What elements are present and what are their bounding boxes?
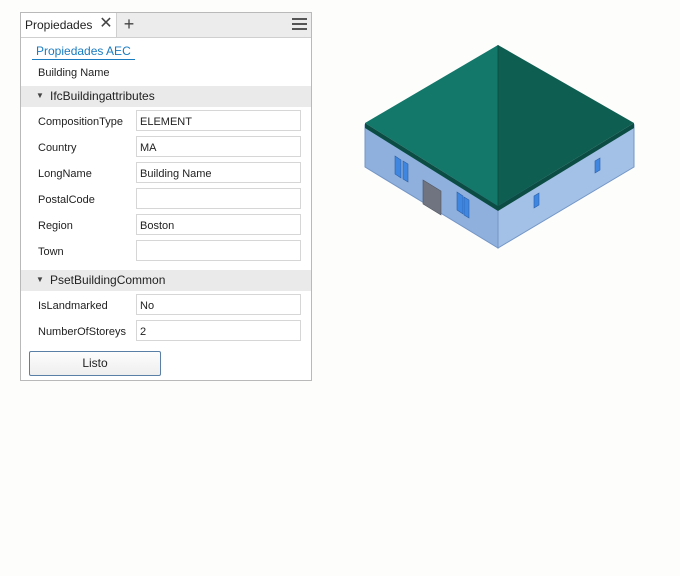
plus-icon[interactable]: + <box>122 14 136 34</box>
window <box>402 160 409 183</box>
number-of-storeys-field[interactable]: 2 <box>136 320 301 341</box>
caret-down-icon: ▼ <box>36 275 44 284</box>
properties-panel: Propiedades ✕ + Propiedades AEC Building… <box>20 12 312 381</box>
close-icon[interactable]: ✕ <box>99 15 113 33</box>
aec-properties-link[interactable]: Propiedades AEC <box>32 44 135 60</box>
window <box>394 155 402 179</box>
long-name-field[interactable]: Building Name <box>136 162 301 183</box>
caret-down-icon: ▼ <box>36 91 44 100</box>
done-button[interactable]: Listo <box>29 351 161 376</box>
region-field[interactable]: Boston <box>136 214 301 235</box>
is-landmarked-field[interactable]: No <box>136 294 301 315</box>
tab-propiedades[interactable]: Propiedades ✕ <box>21 13 117 37</box>
window <box>456 191 464 215</box>
country-field[interactable]: MA <box>136 136 301 157</box>
window <box>594 157 601 174</box>
composition-type-field[interactable]: ELEMENT <box>136 110 301 131</box>
property-label: IsLandmarked <box>38 300 108 312</box>
tab-bar: Propiedades ✕ + <box>21 13 311 38</box>
section-title: IfcBuildingattributes <box>50 89 155 103</box>
town-field[interactable] <box>136 240 301 261</box>
property-label: NumberOfStoreys <box>38 326 127 338</box>
building-name-label: Building Name <box>38 67 110 79</box>
tab-title: Propiedades <box>25 18 93 32</box>
property-label: Region <box>38 220 73 232</box>
model-viewport[interactable] <box>340 30 660 270</box>
section-pset-building-common[interactable]: ▼ PsetBuildingCommon <box>21 270 311 291</box>
property-label: PostalCode <box>38 194 95 206</box>
window <box>463 196 470 219</box>
hamburger-menu-icon[interactable] <box>292 18 307 31</box>
property-label: CompositionType <box>38 116 123 128</box>
postal-code-field[interactable] <box>136 188 301 209</box>
window <box>533 192 540 209</box>
section-ifc-building-attributes[interactable]: ▼ IfcBuildingattributes <box>21 86 311 107</box>
section-title: PsetBuildingCommon <box>50 273 166 287</box>
property-label: LongName <box>38 168 92 180</box>
property-label: Town <box>38 246 64 258</box>
property-label: Country <box>38 142 77 154</box>
